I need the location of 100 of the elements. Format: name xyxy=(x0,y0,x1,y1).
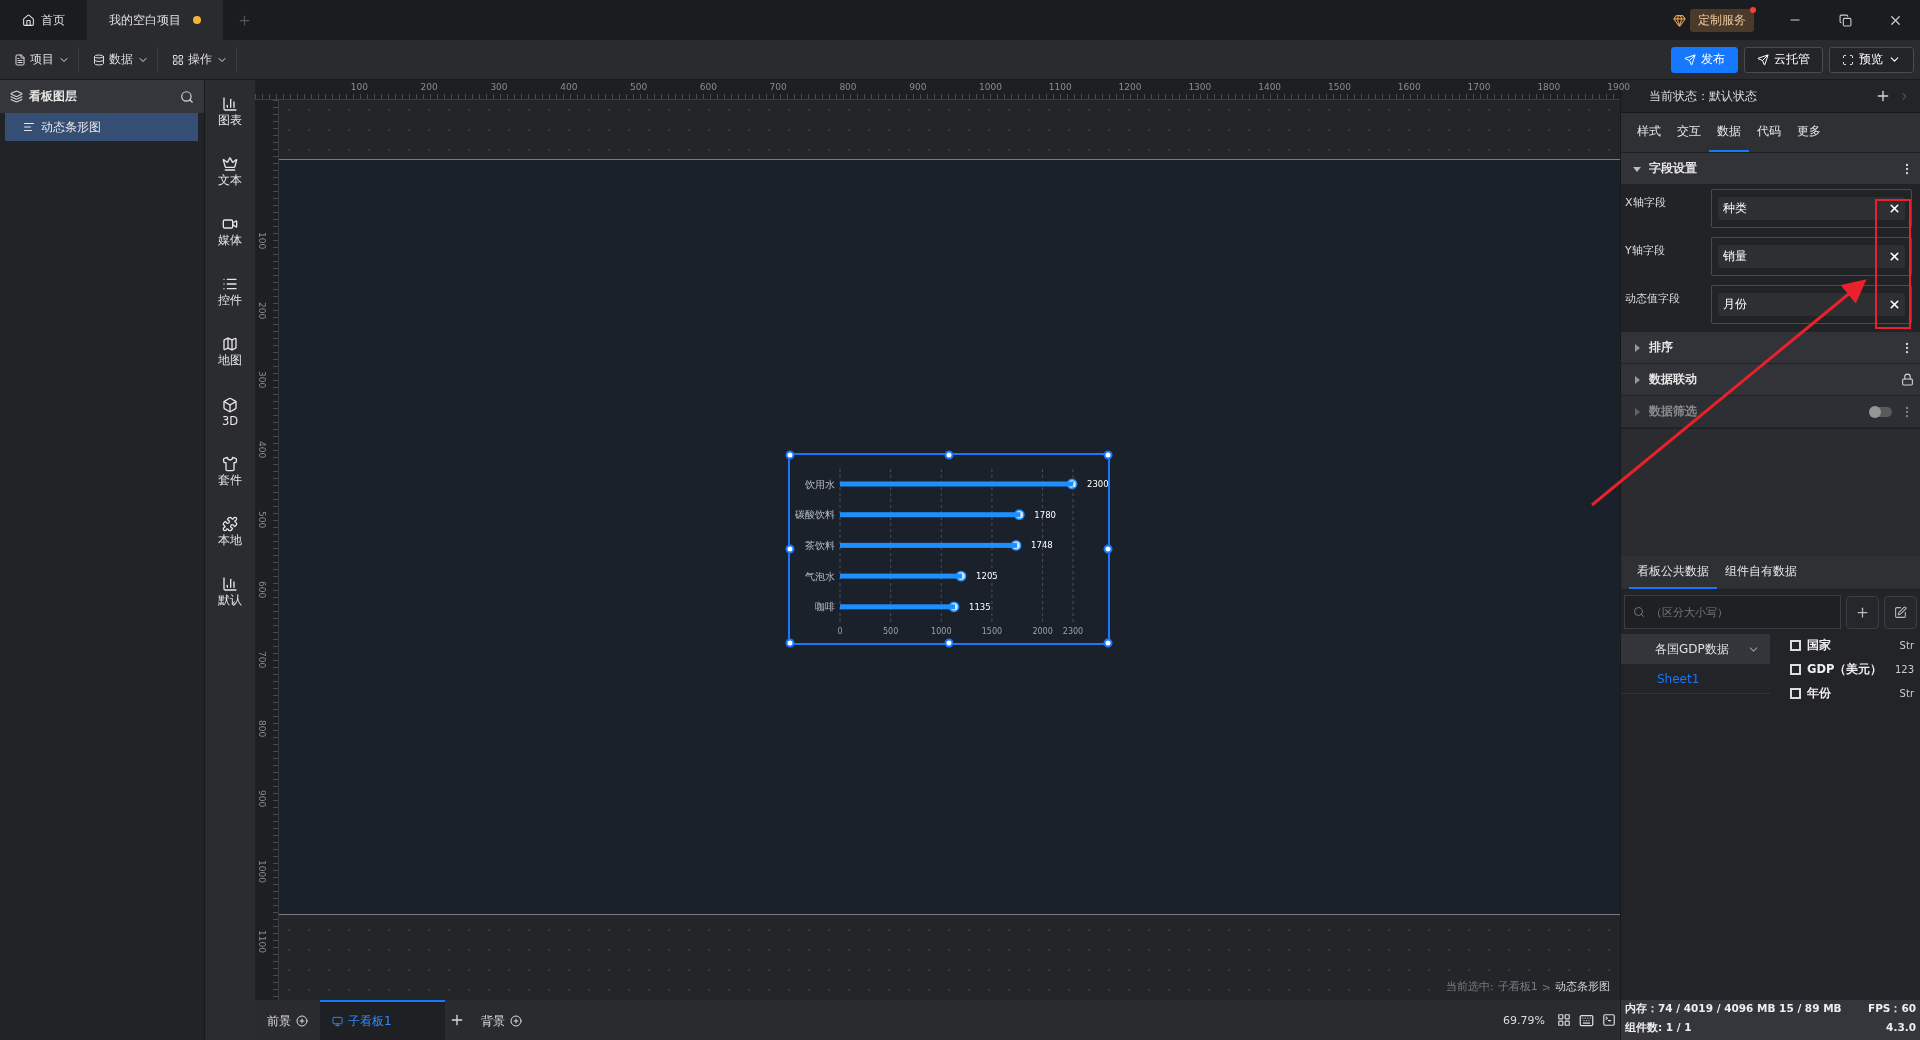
component-category[interactable]: 控件 xyxy=(206,268,254,316)
plus-icon xyxy=(1855,604,1870,620)
field-value: 月份 xyxy=(1723,296,1748,313)
property-tab[interactable]: 交互 xyxy=(1669,113,1709,152)
add-circle-icon xyxy=(296,1015,308,1027)
section-header[interactable]: 排序 xyxy=(1621,332,1920,364)
ruler-number: 1700 xyxy=(1467,82,1491,92)
ruler-number: 1200 xyxy=(1118,82,1142,92)
resize-handle[interactable] xyxy=(785,544,795,554)
clear-icon[interactable] xyxy=(1888,202,1901,215)
shirt-icon xyxy=(222,456,238,472)
axis-tick-label: 1500 xyxy=(981,627,1003,636)
add-circle-icon xyxy=(510,1015,522,1027)
clear-icon[interactable] xyxy=(1888,298,1901,311)
lock-icon[interactable] xyxy=(1901,373,1914,386)
resize-handle[interactable] xyxy=(944,638,954,648)
tab-label: 首页 xyxy=(41,11,65,29)
ruler-number: 600 xyxy=(257,580,267,598)
resize-handle[interactable] xyxy=(785,450,795,460)
column-name: 年份 xyxy=(1807,686,1832,701)
column-type: Str xyxy=(1899,640,1914,651)
menu-button[interactable]: 数据 xyxy=(85,47,158,72)
layers-icon xyxy=(10,90,23,103)
clear-icon[interactable] xyxy=(1888,250,1901,263)
category-label: 3D xyxy=(221,413,239,428)
resize-handle[interactable] xyxy=(1103,638,1113,648)
data-tab[interactable]: 组件自有数据 xyxy=(1717,556,1805,589)
ruler-number: 900 xyxy=(257,790,267,808)
resize-handle[interactable] xyxy=(1103,450,1113,460)
section-title: 数据筛选 xyxy=(1649,403,1698,420)
home-icon xyxy=(22,13,35,27)
ruler-number: 800 xyxy=(257,720,267,738)
checkbox[interactable] xyxy=(1790,640,1801,651)
ruler-number: 900 xyxy=(909,82,927,92)
field-select[interactable]: 销量 xyxy=(1711,237,1912,276)
board-tab[interactable]: 前景 xyxy=(255,1000,320,1040)
board-tab[interactable]: 子看板1 xyxy=(320,1000,445,1040)
resize-handle[interactable] xyxy=(1103,544,1113,554)
field-select[interactable]: 种类 xyxy=(1711,189,1912,228)
caret-icon xyxy=(1633,164,1641,173)
axis-tick-label: 500 xyxy=(883,627,899,636)
layer-item[interactable]: 动态条形图 xyxy=(5,113,198,141)
cloud-hosting-button[interactable]: 云托管 xyxy=(1744,46,1823,73)
section-title: 字段设置 xyxy=(1649,160,1698,177)
breadcrumb-item[interactable]: 动态条形图 xyxy=(1555,979,1610,994)
axis-tick-label: 2300 xyxy=(1062,627,1084,636)
ruler-number: 800 xyxy=(839,82,857,92)
resize-handle[interactable] xyxy=(785,638,795,648)
component-category[interactable]: 本地 xyxy=(206,508,254,556)
component-category[interactable]: 图表 xyxy=(206,88,254,136)
panel-title: 看板图层 xyxy=(29,88,78,105)
caret-icon xyxy=(1633,375,1641,384)
ruler-number: 700 xyxy=(257,650,267,668)
data-source-item[interactable]: 各国GDP数据 xyxy=(1621,634,1770,664)
property-tab[interactable]: 代码 xyxy=(1749,113,1789,152)
plus-icon xyxy=(449,1012,465,1028)
ruler-number: 300 xyxy=(490,82,508,92)
cube-icon xyxy=(222,396,238,413)
menu-button[interactable]: 操作 xyxy=(164,47,237,72)
add-icon[interactable] xyxy=(1875,88,1891,104)
send-icon xyxy=(1757,53,1769,66)
bar-chart-widget[interactable]: 饮用水 2300 碳酸饮料 1780 茶饮料 1748 气泡水 1205 咖啡 1135 0 500 1000 1500 2000 2300 xyxy=(788,453,1110,645)
breadcrumb-item[interactable]: 子看板1 xyxy=(1497,979,1538,994)
data-tab[interactable]: 看板公共数据 xyxy=(1629,556,1717,589)
ruler-number: 500 xyxy=(257,511,267,529)
category-label: 本地 xyxy=(218,533,242,548)
preview-button[interactable]: 预览 xyxy=(1829,46,1914,73)
bar-list-icon xyxy=(23,121,35,133)
resize-handle[interactable] xyxy=(944,450,954,460)
section-header[interactable]: 数据联动 xyxy=(1621,364,1920,396)
checkbox[interactable] xyxy=(1790,664,1801,675)
window-tab[interactable]: 我的空白项目 xyxy=(87,0,223,40)
component-category[interactable]: 地图 xyxy=(206,328,254,376)
checkbox[interactable] xyxy=(1790,688,1801,699)
window-tab[interactable]: 首页 xyxy=(0,0,87,40)
component-category[interactable]: 默认 xyxy=(206,568,254,616)
ruler-number: 600 xyxy=(699,82,717,92)
crown-icon xyxy=(222,156,238,172)
custom-service-badge[interactable]: 定制服务 xyxy=(1690,8,1754,32)
edit-button[interactable] xyxy=(1884,595,1917,629)
property-tab[interactable]: 样式 xyxy=(1629,113,1669,152)
component-category[interactable]: 3D xyxy=(206,388,254,436)
search-icon xyxy=(1633,606,1645,618)
field-select[interactable]: 月份 xyxy=(1711,285,1912,324)
field-label: 动态值字段 xyxy=(1625,291,1681,307)
component-category[interactable]: 套件 xyxy=(206,448,254,496)
ruler-number: 1400 xyxy=(1258,82,1282,92)
menu-button[interactable]: 项目 xyxy=(6,47,79,72)
breadcrumb-label: 当前选中: xyxy=(1446,979,1494,994)
component-category[interactable]: 文本 xyxy=(206,148,254,196)
publish-button[interactable]: 发布 xyxy=(1671,46,1738,73)
component-category[interactable]: 媒体 xyxy=(206,208,254,256)
board-tab[interactable]: 背景 xyxy=(469,1000,534,1040)
search-icon[interactable] xyxy=(180,89,194,104)
section-header[interactable]: 字段设置 xyxy=(1621,153,1920,185)
sheet-item[interactable]: Sheet1 xyxy=(1621,664,1770,694)
search-field[interactable]: （区分大小写） xyxy=(1624,595,1841,629)
field-label: X轴字段 xyxy=(1625,195,1667,211)
property-tab[interactable]: 更多 xyxy=(1789,113,1829,152)
grid-icon xyxy=(172,53,184,66)
